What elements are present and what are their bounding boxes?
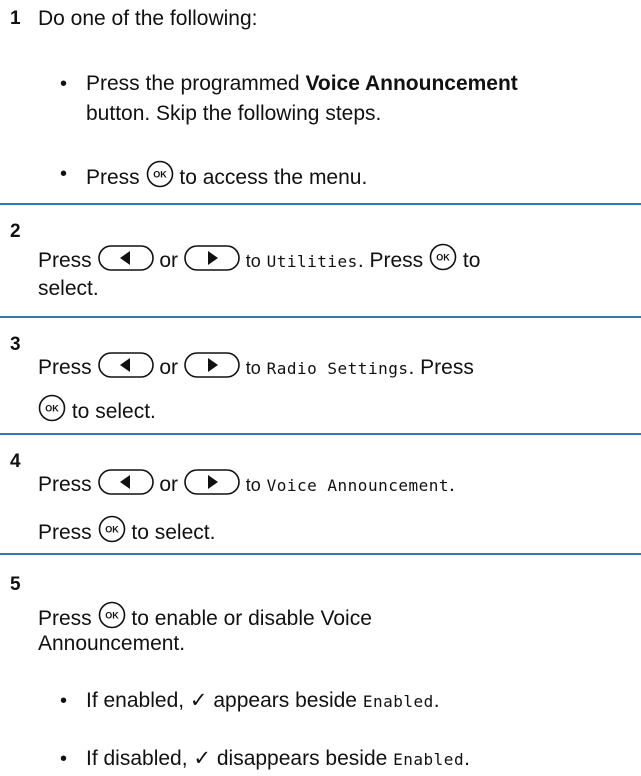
step-text-line2: select. [38,277,99,300]
step-text: Press or to Voice Announcement. [38,469,455,500]
bullet: • [60,73,68,95]
option-text-line2: button. Skip the following steps. [86,102,382,125]
step-text: Press OK to enable or disable Voice [38,601,372,633]
right-arrow-button-icon [184,245,240,271]
right-arrow-button-icon [184,469,240,495]
step-text-line2: Announcement. [38,632,186,655]
left-arrow-button-icon [97,245,154,271]
ok-button-icon: OK [98,515,126,543]
svg-text:OK: OK [105,611,119,621]
bullet: • [60,748,68,770]
ok-button-icon: OK [146,160,174,188]
svg-text:OK: OK [436,253,450,263]
ok-button-icon: OK [38,394,66,422]
left-arrow-button-icon [97,469,154,495]
menu-item-voice-announcement: Voice Announcement [266,476,449,495]
step-divider [0,433,641,435]
step-divider [0,203,641,205]
option-text: Press OK to access the menu. [86,160,367,192]
step-number: 3 [10,334,21,355]
step-text-line2: OK to select. [38,394,156,426]
step-divider [0,316,641,318]
svg-text:OK: OK [105,525,119,535]
left-arrow-button-icon [97,352,154,378]
bullet: • [60,690,68,712]
step-number: 5 [10,574,21,595]
step-number: 4 [10,451,21,472]
step-number: 2 [10,221,21,242]
step-divider [0,553,641,555]
step-text: Press or to Utilities. Press OK to [38,243,480,276]
menu-item-bold: Voice Announcement [305,72,518,95]
result-text: If disabled, ✓ disappears beside Enabled… [86,747,470,770]
ok-button-icon: OK [429,243,457,271]
step-text: Press or to Radio Settings. Press [38,352,474,383]
result-text: If enabled, ✓ appears beside Enabled. [86,689,440,712]
right-arrow-button-icon [184,352,240,378]
check-icon: ✓ [189,689,208,712]
menu-item-radio-settings: Radio Settings [266,359,409,378]
bullet: • [60,163,68,185]
check-icon: ✓ [193,747,212,770]
menu-item-utilities: Utilities [266,252,358,271]
step-text: Do one of the following: [38,7,258,30]
setting-enabled: Enabled [393,750,465,769]
option-text: Press the programmed Voice Announcement [86,72,518,95]
step-text-line2: Press OK to select. [38,515,215,547]
ok-button-icon: OK [98,601,126,629]
svg-text:OK: OK [45,404,59,414]
step-number: 1 [10,8,21,29]
setting-enabled: Enabled [362,692,434,711]
svg-text:OK: OK [153,170,167,180]
